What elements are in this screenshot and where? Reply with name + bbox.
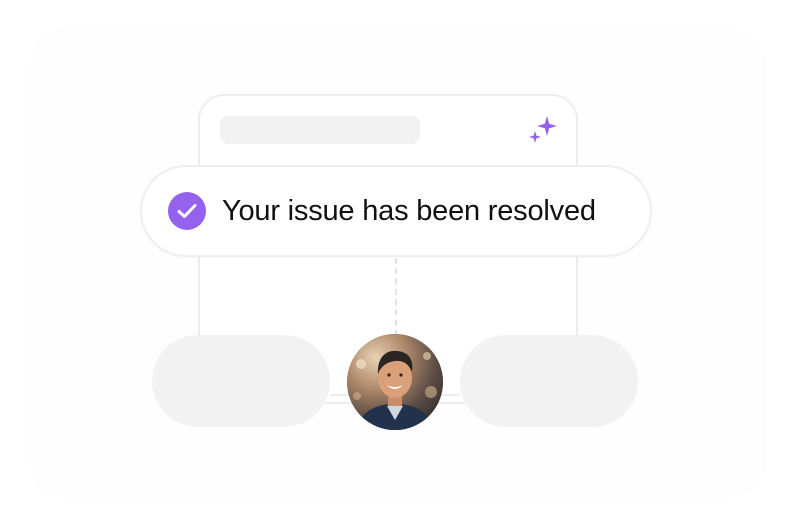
- placeholder-bar: [220, 116, 420, 144]
- notification-message: Your issue has been resolved: [222, 195, 596, 227]
- user-avatar: [347, 334, 443, 430]
- resolved-notification: Your issue has been resolved: [140, 165, 652, 257]
- dashed-connector: [395, 258, 397, 336]
- placeholder-pill-right: [460, 335, 638, 427]
- illustration: Your issue has been resolved: [0, 0, 794, 522]
- check-circle-icon: [168, 192, 206, 230]
- sparkles-icon: [529, 116, 557, 143]
- placeholder-pill-left: [152, 335, 330, 427]
- person-photo: [347, 334, 443, 430]
